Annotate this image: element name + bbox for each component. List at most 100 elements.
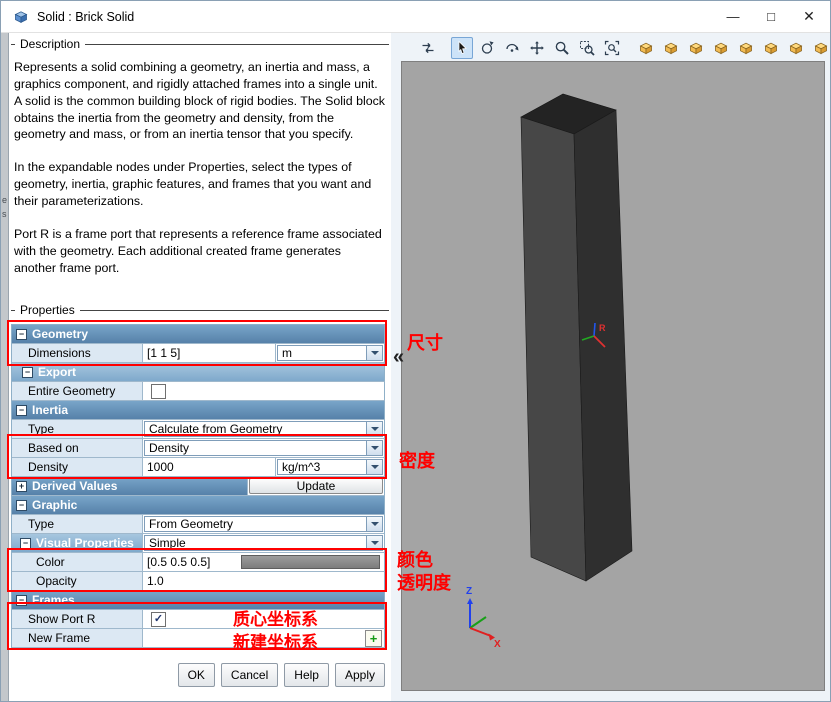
density-value-field[interactable]: 1000 [143, 458, 276, 476]
view-bottom-icon[interactable] [735, 37, 757, 59]
collapse-panel-chevron[interactable]: « [393, 347, 404, 367]
window-title: Solid : Brick Solid [37, 9, 135, 24]
color-label: Color [12, 553, 143, 571]
properties-header: Properties [11, 303, 389, 317]
orbit-icon[interactable] [476, 37, 498, 59]
fit-view-icon[interactable] [601, 37, 623, 59]
close-button[interactable]: ✕ [790, 1, 828, 32]
dropdown-arrow-icon[interactable] [366, 460, 382, 474]
density-label: Density [12, 458, 143, 476]
view-top-icon[interactable] [710, 37, 732, 59]
row-visual-properties: − Visual Properties Simple [12, 534, 385, 553]
expand-icon[interactable]: + [16, 480, 27, 492]
swap-panes-icon[interactable] [417, 37, 439, 59]
description-text: Represents a solid combining a geometry,… [14, 59, 386, 292]
visual-properties-dropdown[interactable]: Simple [144, 535, 383, 551]
background-fragment: e [2, 195, 8, 205]
title-bar: Solid : Brick Solid — □ ✕ [1, 1, 830, 33]
zoom-region-icon[interactable] [576, 37, 598, 59]
subsection-label: Export [38, 365, 77, 379]
view-front-icon[interactable] [660, 37, 682, 59]
collapse-icon[interactable]: − [16, 328, 27, 340]
dropdown-arrow-icon[interactable] [366, 346, 382, 360]
entire-geometry-label: Entire Geometry [12, 382, 143, 400]
solid-dialog-window: Solid : Brick Solid — □ ✕ e s Descriptio… [0, 0, 831, 702]
roll-icon[interactable] [501, 37, 523, 59]
new-frame-add-button[interactable]: + [365, 629, 382, 647]
row-show-port-r: Show Port R ✓ [12, 610, 385, 629]
graphic-type-label: Type [12, 515, 143, 533]
based-on-dropdown[interactable]: Density [144, 440, 383, 456]
minimize-button[interactable]: — [714, 1, 752, 32]
color-value-field[interactable]: [0.5 0.5 0.5] [147, 555, 239, 569]
collapse-icon[interactable]: − [22, 366, 33, 378]
section-inertia[interactable]: − Inertia [12, 401, 385, 420]
section-graphic[interactable]: − Graphic [12, 496, 385, 515]
view-isometric-icon[interactable] [635, 37, 657, 59]
viewport-3d[interactable]: R Z X [401, 61, 825, 691]
brick-render: R Z X [466, 93, 633, 650]
density-unit-value: kg/m^3 [282, 460, 321, 474]
dimensions-label: Dimensions [12, 344, 143, 362]
description-paragraph: Represents a solid combining a geometry,… [14, 60, 386, 142]
collapse-icon[interactable]: − [16, 499, 27, 511]
view-perspective-icon[interactable] [810, 37, 831, 59]
inertia-type-value: Calculate from Geometry [149, 422, 283, 436]
dimensions-unit-dropdown[interactable]: m [277, 345, 383, 361]
dropdown-arrow-icon[interactable] [366, 536, 382, 550]
row-graphic-type: Type From Geometry [12, 515, 385, 534]
view-left-icon[interactable] [760, 37, 782, 59]
background-fragment: s [2, 209, 7, 219]
section-frames[interactable]: − Frames [12, 591, 385, 610]
row-opacity: Opacity 1.0 [12, 572, 385, 591]
dimensions-value-field[interactable]: [1 1 5] [143, 344, 276, 362]
dropdown-arrow-icon[interactable] [366, 422, 382, 436]
entire-geometry-checkbox[interactable] [151, 383, 166, 399]
section-derived-values[interactable]: + Derived Values [12, 477, 248, 495]
world-frame-triad: Z X [466, 586, 501, 650]
row-entire-geometry: Entire Geometry [12, 382, 385, 401]
dropdown-arrow-icon[interactable] [366, 441, 382, 455]
background-window-edge: e s [1, 33, 9, 701]
update-button[interactable]: Update [249, 478, 383, 494]
collapse-icon[interactable]: − [16, 404, 27, 416]
dropdown-arrow-icon[interactable] [366, 517, 382, 531]
visual-properties-value: Simple [149, 536, 186, 550]
collapse-icon[interactable]: − [20, 537, 31, 549]
collapse-icon[interactable]: − [16, 594, 27, 606]
world-x-label: X [494, 639, 501, 650]
zoom-icon[interactable] [551, 37, 573, 59]
pan-icon[interactable] [526, 37, 548, 59]
show-port-r-checkbox[interactable]: ✓ [151, 611, 166, 627]
ok-button[interactable]: OK [177, 663, 215, 687]
dialog-button-bar: OK Cancel Help Apply [177, 663, 385, 687]
subsection-export[interactable]: − Export [12, 363, 385, 382]
port-frame-label: R [599, 323, 606, 333]
description-paragraph: Port R is a frame port that represents a… [14, 226, 382, 275]
subsection-visual-properties[interactable]: − Visual Properties [12, 534, 143, 552]
cancel-button[interactable]: Cancel [220, 663, 279, 687]
row-inertia-type: Type Calculate from Geometry [12, 420, 385, 439]
app-icon [14, 10, 28, 23]
view-back-icon[interactable] [685, 37, 707, 59]
opacity-value-field[interactable]: 1.0 [143, 572, 384, 590]
graphic-type-dropdown[interactable]: From Geometry [144, 516, 383, 532]
apply-button[interactable]: Apply [334, 663, 385, 687]
section-label: Frames [32, 593, 75, 607]
description-header: Description [11, 37, 389, 51]
visualization-panel: R Z X [391, 33, 831, 701]
view-right-icon[interactable] [785, 37, 807, 59]
inertia-type-dropdown[interactable]: Calculate from Geometry [144, 421, 383, 437]
dimensions-unit-value: m [282, 346, 292, 360]
row-based-on: Based on Density [12, 439, 385, 458]
help-button[interactable]: Help [284, 663, 329, 687]
row-derived-values: + Derived Values Update [12, 477, 385, 496]
description-paragraph: In the expandable nodes under Properties… [14, 160, 372, 209]
section-label: Derived Values [32, 479, 118, 493]
select-cursor-icon[interactable] [451, 37, 473, 59]
color-swatch[interactable] [241, 555, 380, 569]
section-geometry[interactable]: − Geometry [12, 325, 385, 344]
maximize-button[interactable]: □ [752, 1, 790, 32]
density-unit-dropdown[interactable]: kg/m^3 [277, 459, 383, 475]
based-on-label: Based on [12, 439, 143, 457]
